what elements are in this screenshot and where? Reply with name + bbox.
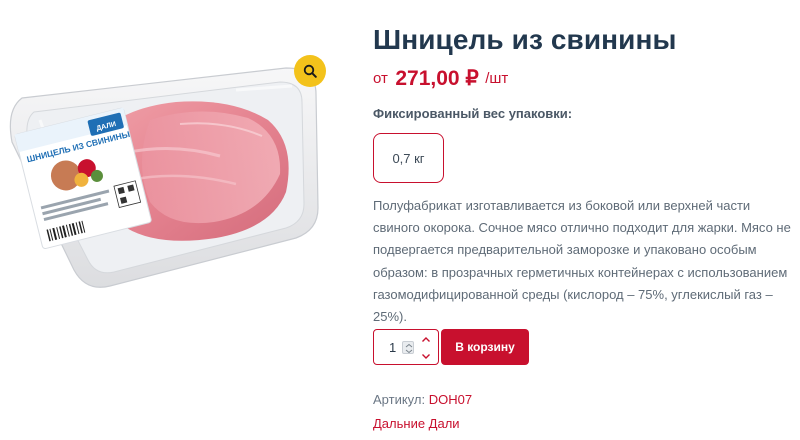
sku-label: Артикул: bbox=[373, 392, 426, 407]
product-image[interactable]: ДАЛИ ШНИЦЕЛЬ ИЗ СВИНИНЫ bbox=[0, 24, 340, 294]
chevron-up-icon bbox=[422, 337, 430, 342]
price-unit: /шт bbox=[485, 70, 509, 87]
price-amount: 271,00 ₽ bbox=[395, 67, 479, 90]
spinner-icon[interactable] bbox=[402, 341, 414, 354]
quantity-increase-button[interactable] bbox=[421, 335, 431, 345]
product-gallery: ДАЛИ ШНИЦЕЛЬ ИЗ СВИНИНЫ bbox=[0, 24, 340, 294]
price-prefix: от bbox=[373, 70, 388, 87]
sku-row: Артикул: DOH07 bbox=[373, 392, 472, 407]
brand-link[interactable]: Дальние Дали bbox=[373, 416, 460, 431]
weight-option-label: 0,7 кг bbox=[392, 150, 425, 166]
quantity-stepper[interactable]: 1 bbox=[373, 329, 439, 365]
search-icon bbox=[303, 64, 317, 78]
weight-label: Фиксированный вес упаковки: bbox=[373, 106, 573, 121]
product-description: Полуфабрикат изготавливается из боковой … bbox=[373, 198, 791, 325]
sku-value: DOH07 bbox=[428, 392, 473, 407]
quantity-input[interactable]: 1 bbox=[389, 340, 396, 355]
add-to-cart-button[interactable]: В корзину bbox=[441, 329, 529, 365]
zoom-button[interactable] bbox=[294, 55, 326, 87]
product-title: Шницель из свинины bbox=[373, 24, 677, 55]
chevron-down-icon bbox=[422, 354, 430, 359]
product-price: от 271,00 ₽ /шт bbox=[373, 66, 508, 91]
quantity-decrease-button[interactable] bbox=[421, 351, 431, 361]
weight-option-0-7kg[interactable]: 0,7 кг bbox=[373, 133, 444, 183]
